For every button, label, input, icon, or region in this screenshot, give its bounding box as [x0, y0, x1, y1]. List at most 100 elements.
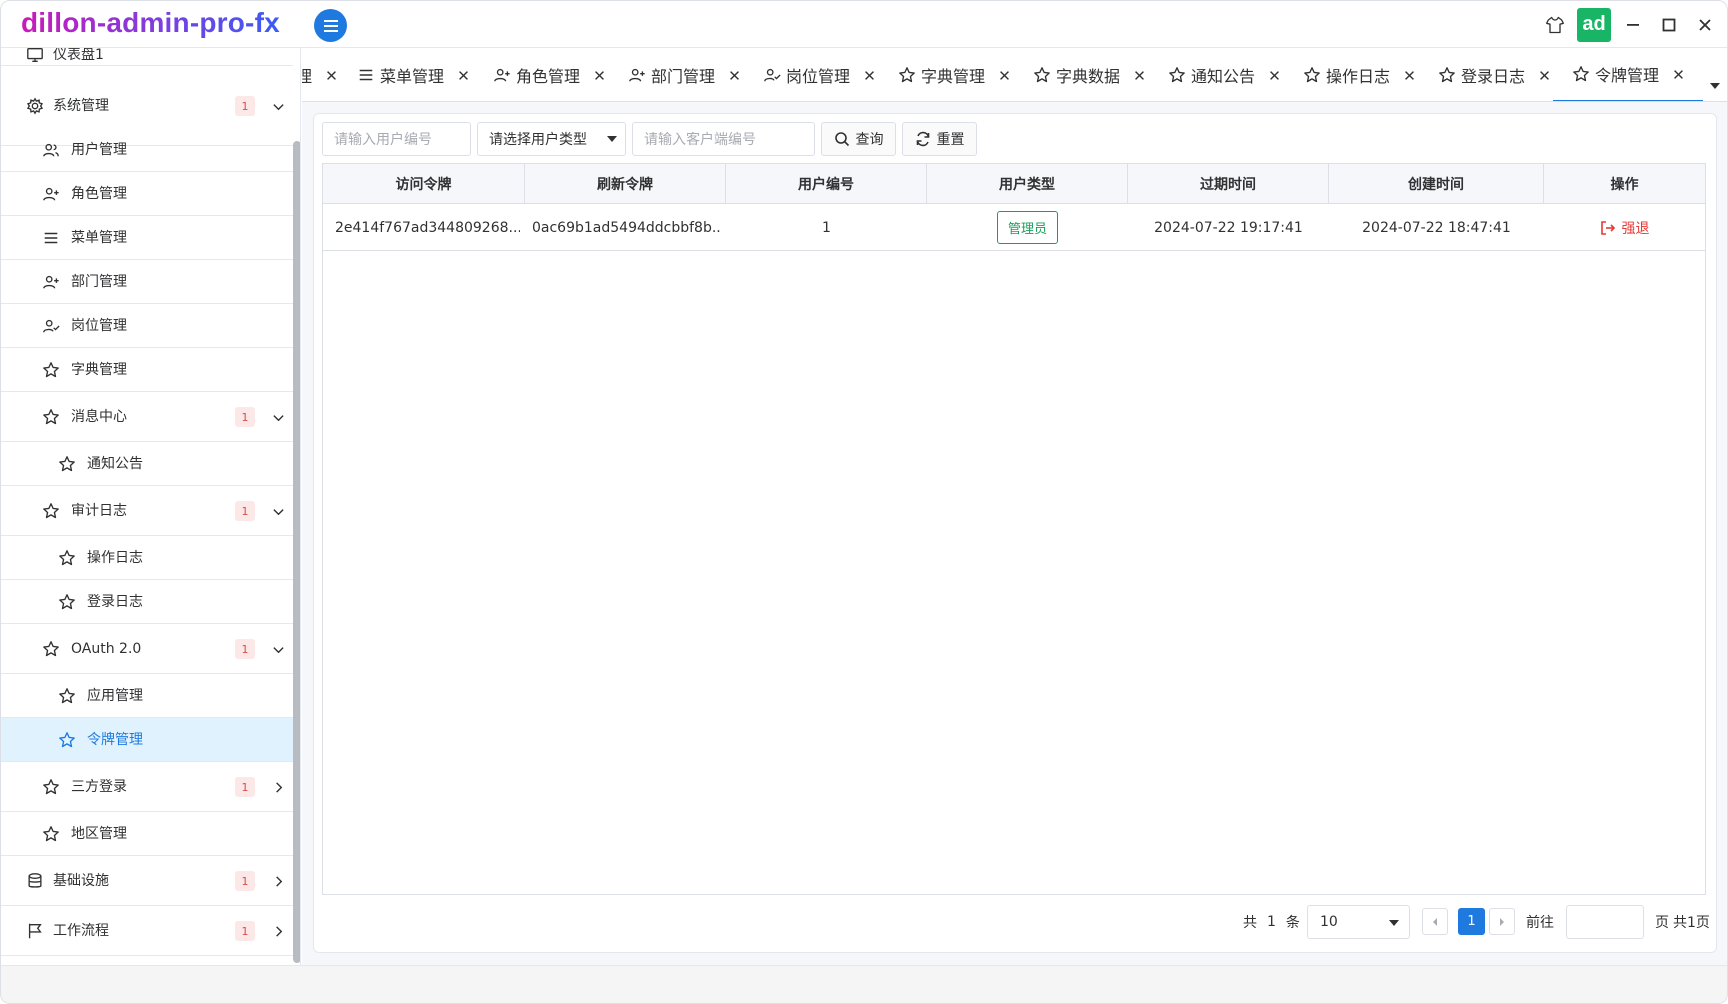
client-id-input[interactable]: 请输入客户端编号 [632, 122, 815, 156]
tab-close-icon[interactable] [1267, 68, 1281, 82]
tab-0[interactable]: 理 [302, 48, 338, 101]
logout-icon [1600, 220, 1615, 235]
tab-label: 角色管理 [516, 67, 581, 86]
sidebar-item[interactable]: 三方登录 1 [1, 762, 293, 812]
tab-close-icon[interactable] [1402, 68, 1416, 82]
tab-1[interactable]: 菜单管理 [356, 48, 470, 101]
sidebar-item-label: 角色管理 [71, 186, 127, 202]
tab-close-icon[interactable] [456, 68, 470, 82]
sidebar-item[interactable]: 岗位管理 [1, 304, 293, 348]
sidebar-item[interactable]: 部门管理 [1, 260, 293, 304]
sidebar-item-badge: 1 [235, 501, 255, 521]
window-controls: ad [1537, 1, 1727, 48]
monitor-icon [25, 48, 45, 65]
star-icon [57, 454, 77, 474]
tab-3[interactable]: 部门管理 [627, 48, 741, 101]
sidebar-item[interactable]: 工作流程 1 [1, 906, 293, 956]
sidebar-item[interactable]: 操作日志 [1, 536, 293, 580]
tab-4[interactable]: 岗位管理 [762, 48, 876, 101]
sidebar-item[interactable]: 用户管理 [1, 128, 293, 172]
tab-9[interactable]: 登录日志 [1437, 48, 1551, 101]
caret-down-icon [607, 136, 617, 142]
sidebar-scrollbar[interactable] [293, 141, 300, 963]
theme-button[interactable] [1537, 1, 1573, 48]
user-type-select[interactable]: 请选择用户类型 [477, 122, 626, 156]
maximize-button[interactable] [1651, 1, 1687, 48]
chevron-right-icon [271, 874, 285, 888]
tab-close-icon[interactable] [997, 68, 1011, 82]
sidebar-item[interactable]: 消息中心 1 [1, 392, 293, 442]
sidebar-item[interactable]: 登录日志 [1, 580, 293, 624]
tab-5[interactable]: 字典管理 [897, 48, 1011, 101]
tab-10[interactable]: 令牌管理 [1553, 48, 1704, 101]
sidebar-item[interactable]: 令牌管理 [1, 718, 293, 762]
refresh-icon [916, 131, 929, 147]
list-icon [356, 65, 376, 85]
tab-2[interactable]: 角色管理 [492, 48, 606, 101]
query-button[interactable]: 查询 [821, 122, 896, 156]
close-window-button[interactable] [1687, 1, 1723, 48]
sidebar-item-label: 用户管理 [71, 142, 127, 158]
total-suffix: 条 [1285, 915, 1300, 931]
tab-6[interactable]: 字典数据 [1032, 48, 1146, 101]
star-icon [1437, 65, 1457, 85]
cell-expire-time: 2024-07-22 19:17:41 [1154, 219, 1303, 236]
maximize-icon [1662, 18, 1676, 31]
tab-close-icon[interactable] [862, 68, 876, 82]
tab-close-icon[interactable] [1537, 68, 1551, 82]
sidebar-item-label: 审计日志 [71, 503, 127, 519]
user-id-placeholder: 请输入用户编号 [334, 132, 432, 148]
sidebar-item-label: 部门管理 [71, 274, 127, 290]
sidebar-item[interactable]: 地区管理 [1, 812, 293, 856]
page-size-select[interactable]: 10 [1307, 905, 1410, 939]
sidebar-item-label: 菜单管理 [71, 230, 127, 246]
sidebar-item[interactable]: 审计日志 1 [1, 486, 293, 536]
force-logout-button[interactable]: 强退 [1600, 218, 1650, 238]
reset-button[interactable]: 重置 [902, 122, 977, 156]
sidebar-item[interactable]: 基础设施 1 [1, 856, 293, 906]
tab-close-icon[interactable] [324, 68, 338, 82]
tab-close-icon[interactable] [592, 68, 606, 82]
next-page-button[interactable] [1489, 908, 1515, 935]
sidebar-item[interactable]: 通知公告 [1, 442, 293, 486]
user-id-input[interactable]: 请输入用户编号 [322, 122, 471, 156]
minimize-icon [1627, 23, 1639, 26]
sidebar-item-badge: 1 [235, 871, 255, 891]
tab-close-icon[interactable] [1671, 67, 1685, 81]
tab-bar: 理 菜单管理 角色管理 部门管理 岗位管理 字典管理 字典数据 通知公告 操作日志 登录日志 令牌管… [302, 48, 1727, 102]
minimize-button[interactable] [1615, 1, 1651, 48]
tab-label: 理 [302, 63, 312, 87]
sidebar-item[interactable]: 字典管理 [1, 348, 293, 392]
goto-page-input[interactable] [1566, 905, 1644, 939]
total-count: 1 [1267, 914, 1276, 930]
current-page-button[interactable]: 1 [1458, 908, 1485, 935]
total-pages: 共1页 [1673, 915, 1710, 931]
sidebar-item[interactable]: 菜单管理 [1, 216, 293, 260]
tab-8[interactable]: 操作日志 [1302, 48, 1416, 101]
flag-icon [25, 921, 45, 941]
cell-action: 强退 [1544, 204, 1705, 251]
avatar[interactable]: ad [1577, 7, 1611, 42]
sidebar-item[interactable]: 角色管理 [1, 172, 293, 216]
reset-label: 重置 [936, 132, 965, 148]
chevron-down-icon [271, 504, 285, 518]
tab-7[interactable]: 通知公告 [1167, 48, 1281, 101]
table-header: 访问令牌 刷新令牌 用户编号 用户类型 过期时间 创建时间 操作 [323, 164, 1705, 204]
sidebar-item[interactable]: 应用管理 [1, 674, 293, 718]
close-icon [1699, 18, 1711, 31]
tab-overflow-icon[interactable] [1709, 80, 1721, 92]
tab-label: 通知公告 [1191, 67, 1256, 86]
sidebar: 仪表盘1 系统管理 1 用户管理 角色管理 菜单管理 部门管理 岗位管理 字典管理 消息中心 1 通知… [1, 48, 301, 965]
sidebar-item-label: 基础设施 [53, 873, 109, 889]
star-icon [897, 65, 917, 85]
token-table: 访问令牌 刷新令牌 用户编号 用户类型 过期时间 创建时间 操作 2e414f767ad34… [322, 163, 1706, 895]
star-icon [41, 777, 61, 797]
user-plus-icon [627, 65, 647, 85]
tab-close-icon[interactable] [1132, 68, 1146, 82]
sidebar-item[interactable]: 仪表盘1 [1, 48, 293, 66]
prev-page-button[interactable] [1422, 908, 1448, 935]
sidebar-item[interactable]: OAuth 2.0 1 [1, 624, 293, 674]
menu-toggle-button[interactable] [314, 9, 347, 42]
tab-close-icon[interactable] [727, 68, 741, 82]
star-icon [41, 639, 61, 659]
